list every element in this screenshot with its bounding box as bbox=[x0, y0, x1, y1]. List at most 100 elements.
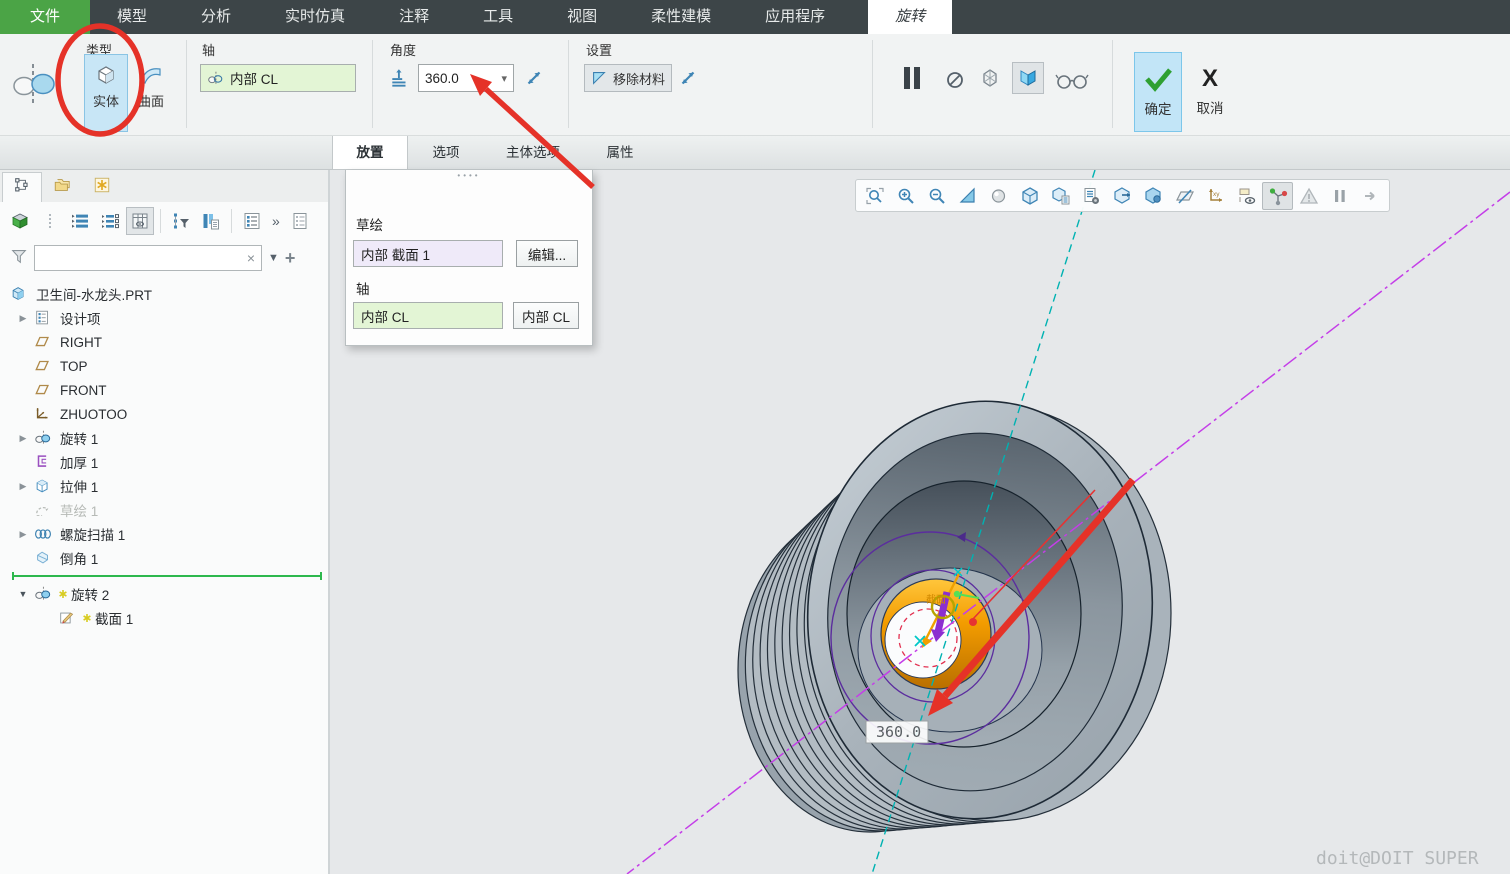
datum-display-icon bbox=[1175, 186, 1195, 206]
dashboard-tab-2[interactable]: 主体选项 bbox=[484, 136, 582, 169]
angle-option-button[interactable] bbox=[386, 64, 414, 92]
menu-item-8[interactable]: 应用程序 bbox=[738, 0, 852, 34]
tree-item-螺旋扫描-1[interactable]: ▶螺旋扫描 1 bbox=[0, 522, 328, 546]
column-doc-button[interactable] bbox=[197, 207, 225, 235]
filter-tree-button[interactable] bbox=[167, 207, 195, 235]
ok-button[interactable]: 确定 bbox=[1134, 52, 1182, 132]
refit-button[interactable] bbox=[859, 182, 890, 210]
show-cube-button[interactable] bbox=[6, 207, 34, 235]
tree-item-TOP[interactable]: TOP bbox=[0, 354, 328, 378]
expander-closed-icon[interactable]: ▶ bbox=[12, 481, 34, 492]
angle-value: 360.0 bbox=[425, 71, 459, 86]
menu-item-4[interactable]: 注释 bbox=[372, 0, 456, 34]
tree-item-拉伸-1[interactable]: ▶拉伸 1 bbox=[0, 474, 328, 498]
pause-feature-button[interactable] bbox=[894, 64, 930, 92]
menu-item-2[interactable]: 分析 bbox=[174, 0, 258, 34]
feature-preview-button[interactable] bbox=[1012, 62, 1044, 94]
surface-type-button[interactable]: 曲面 bbox=[129, 54, 173, 132]
datum-display-button[interactable] bbox=[1169, 182, 1200, 210]
tree-item-RIGHT[interactable]: RIGHT bbox=[0, 330, 328, 354]
axis-collector-panel-field[interactable]: 内部 CL bbox=[353, 302, 503, 329]
list-expand-button[interactable] bbox=[66, 207, 94, 235]
zoom-in-button[interactable] bbox=[890, 182, 921, 210]
add-filter-button[interactable]: + bbox=[285, 249, 296, 267]
menu-item-3[interactable]: 实时仿真 bbox=[258, 0, 372, 34]
repaint-button[interactable] bbox=[952, 182, 983, 210]
menu-item-7[interactable]: 柔性建模 bbox=[624, 0, 738, 34]
shading-button[interactable] bbox=[983, 182, 1014, 210]
tree-item-加厚-1[interactable]: 加厚 1 bbox=[0, 450, 328, 474]
checklist-button[interactable] bbox=[238, 207, 266, 235]
remove-material-icon bbox=[590, 69, 608, 87]
display-style-button[interactable] bbox=[1014, 182, 1045, 210]
tree-item-卫生间-水龙头.PRT[interactable]: 卫生间-水龙头.PRT bbox=[0, 282, 328, 306]
sketch-collector-field[interactable]: 内部 截面 1 bbox=[353, 240, 503, 267]
expander-closed-icon[interactable]: ▶ bbox=[12, 529, 34, 540]
tree-item-旋转-1[interactable]: ▶旋转 1 bbox=[0, 426, 328, 450]
tree-item-FRONT[interactable]: FRONT bbox=[0, 378, 328, 402]
folder-browser-tab[interactable] bbox=[42, 172, 82, 202]
expander-closed-icon[interactable]: ▶ bbox=[12, 433, 34, 444]
expander-closed-icon[interactable]: ▶ bbox=[12, 313, 34, 324]
doc-lines-icon bbox=[290, 211, 310, 231]
axis-display-button[interactable]: xy bbox=[1200, 182, 1231, 210]
clear-filter-icon[interactable]: × bbox=[247, 250, 255, 266]
insert-locator-line[interactable] bbox=[0, 572, 328, 580]
tree-item-ZHUOTOO[interactable]: ZHUOTOO bbox=[0, 402, 328, 426]
tree-item-草绘-1[interactable]: 草绘 1 bbox=[0, 498, 328, 522]
cancel-button[interactable]: X 取消 bbox=[1186, 52, 1234, 132]
resume-button[interactable] bbox=[1355, 182, 1386, 210]
view-glasses-button[interactable] bbox=[1052, 66, 1092, 94]
tree-item-设计项[interactable]: ▶设计项 bbox=[0, 306, 328, 330]
favorites-tab[interactable] bbox=[82, 172, 122, 202]
pause-button[interactable] bbox=[1324, 182, 1355, 210]
axis-display-icon: xy bbox=[1206, 186, 1226, 206]
annotation-display-button[interactable] bbox=[1231, 182, 1262, 210]
menu-item-5[interactable]: 工具 bbox=[456, 0, 540, 34]
tree-toolbar: » bbox=[0, 204, 328, 238]
dashboard-tab-3[interactable]: 属性 bbox=[582, 136, 658, 169]
appearances-button[interactable] bbox=[1138, 182, 1169, 210]
saved-orientations-button[interactable] bbox=[1045, 182, 1076, 210]
sketch-collector-value: 内部 截面 1 bbox=[361, 244, 430, 264]
dashboard-tab-1[interactable]: 选项 bbox=[408, 136, 484, 169]
solid-type-button[interactable]: 实体 bbox=[84, 54, 128, 132]
tree-item-label: 草绘 1 bbox=[60, 500, 98, 520]
doc-lines-button[interactable] bbox=[286, 207, 314, 235]
remove-material-button[interactable]: 移除材料 bbox=[584, 64, 672, 92]
internal-cl-button[interactable]: 内部 CL bbox=[513, 302, 579, 329]
tree-item-截面-1[interactable]: 截面 1 bbox=[0, 606, 328, 630]
zoom-out-button[interactable] bbox=[921, 182, 952, 210]
tree-filter-input[interactable]: × bbox=[34, 245, 262, 271]
model-tree-tab[interactable] bbox=[2, 172, 42, 202]
list-nested-button[interactable] bbox=[96, 207, 124, 235]
tree-item-旋转-2[interactable]: ▼旋转 2 bbox=[0, 582, 328, 606]
group-separator bbox=[872, 40, 873, 128]
flip-angle-direction-button[interactable] bbox=[520, 64, 548, 92]
view-manager-button[interactable] bbox=[1076, 182, 1107, 210]
menu-item-6[interactable]: 视图 bbox=[540, 0, 624, 34]
angle-dropdown-caret[interactable]: ▾ bbox=[501, 72, 507, 85]
dashboard-tab-0[interactable]: 放置 bbox=[332, 136, 408, 169]
expander-open-icon[interactable]: ▼ bbox=[12, 589, 34, 599]
overflow-chevrons[interactable]: » bbox=[268, 213, 284, 229]
analysis-warning-button[interactable] bbox=[1293, 182, 1324, 210]
tree-filter-text[interactable] bbox=[41, 251, 247, 266]
spin-center-button[interactable] bbox=[1262, 182, 1293, 210]
tree-item-倒角-1[interactable]: 倒角 1 bbox=[0, 546, 328, 570]
axis-collector-field[interactable]: 内部 CL bbox=[200, 64, 356, 92]
panel-drag-handle[interactable]: •••• bbox=[346, 171, 592, 180]
section-button[interactable] bbox=[1107, 182, 1138, 210]
edit-sketch-button[interactable]: 编辑... bbox=[516, 240, 578, 267]
menu-item-9[interactable]: 旋转 bbox=[868, 0, 952, 34]
verify-preview-button[interactable] bbox=[976, 64, 1004, 92]
top-menu-bar: 文件模型分析实时仿真注释工具视图柔性建模应用程序旋转 bbox=[0, 0, 1510, 34]
angle-handle-dot[interactable] bbox=[969, 618, 977, 626]
tree-columns-button[interactable] bbox=[126, 207, 154, 235]
menu-item-1[interactable]: 模型 bbox=[90, 0, 174, 34]
angle-value-input[interactable]: 360.0 ▾ bbox=[418, 64, 514, 92]
menu-item-0[interactable]: 文件 bbox=[0, 0, 90, 34]
flip-material-side-button[interactable] bbox=[674, 64, 702, 92]
no-preview-button[interactable] bbox=[942, 66, 968, 94]
filter-dropdown-caret[interactable]: ▼ bbox=[268, 252, 279, 264]
